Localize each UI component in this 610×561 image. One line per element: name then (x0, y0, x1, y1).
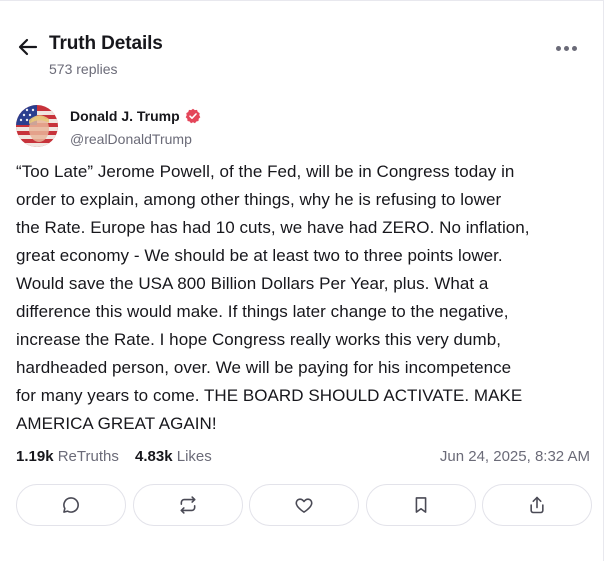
retruth-button[interactable] (132, 484, 243, 526)
retruth-icon (180, 496, 195, 514)
reply-icon (63, 497, 79, 513)
back-arrow-icon[interactable] (16, 35, 40, 59)
likes-count: 4.83k (135, 448, 173, 465)
more-options-icon[interactable] (556, 42, 580, 54)
page-title: Truth Details (49, 33, 163, 54)
retruths-label: ReTruths (57, 448, 119, 465)
author-name-text: Donald J. Trump (70, 108, 180, 124)
reply-button[interactable] (16, 484, 126, 526)
page-header: Truth Details 573 replies (16, 32, 594, 80)
like-button[interactable] (249, 484, 359, 526)
like-icon (295, 498, 313, 513)
verified-badge-icon (185, 108, 200, 124)
retruths-stat[interactable]: 1.19k ReTruths (16, 448, 119, 465)
avatar[interactable] (16, 105, 58, 147)
post-stats: 1.19k ReTruths 4.83k Likes (16, 448, 212, 465)
post-text: “Too Late” Jerome Powell, of the Fed, wi… (16, 162, 530, 433)
post-actions (16, 484, 592, 526)
share-button[interactable] (482, 484, 592, 526)
retruths-count: 1.19k (16, 448, 54, 465)
bookmark-button[interactable] (365, 484, 476, 526)
reply-count: 573 replies (49, 61, 118, 77)
post-timestamp: Jun 24, 2025, 8:32 AM (439, 448, 590, 465)
bookmark-icon (415, 497, 426, 513)
share-icon (530, 496, 544, 514)
likes-stat[interactable]: 4.83k Likes (135, 448, 212, 465)
author-handle[interactable]: @realDonaldTrump (70, 131, 192, 147)
author-name[interactable]: Donald J. Trump (70, 108, 201, 124)
likes-label: Likes (176, 448, 212, 465)
